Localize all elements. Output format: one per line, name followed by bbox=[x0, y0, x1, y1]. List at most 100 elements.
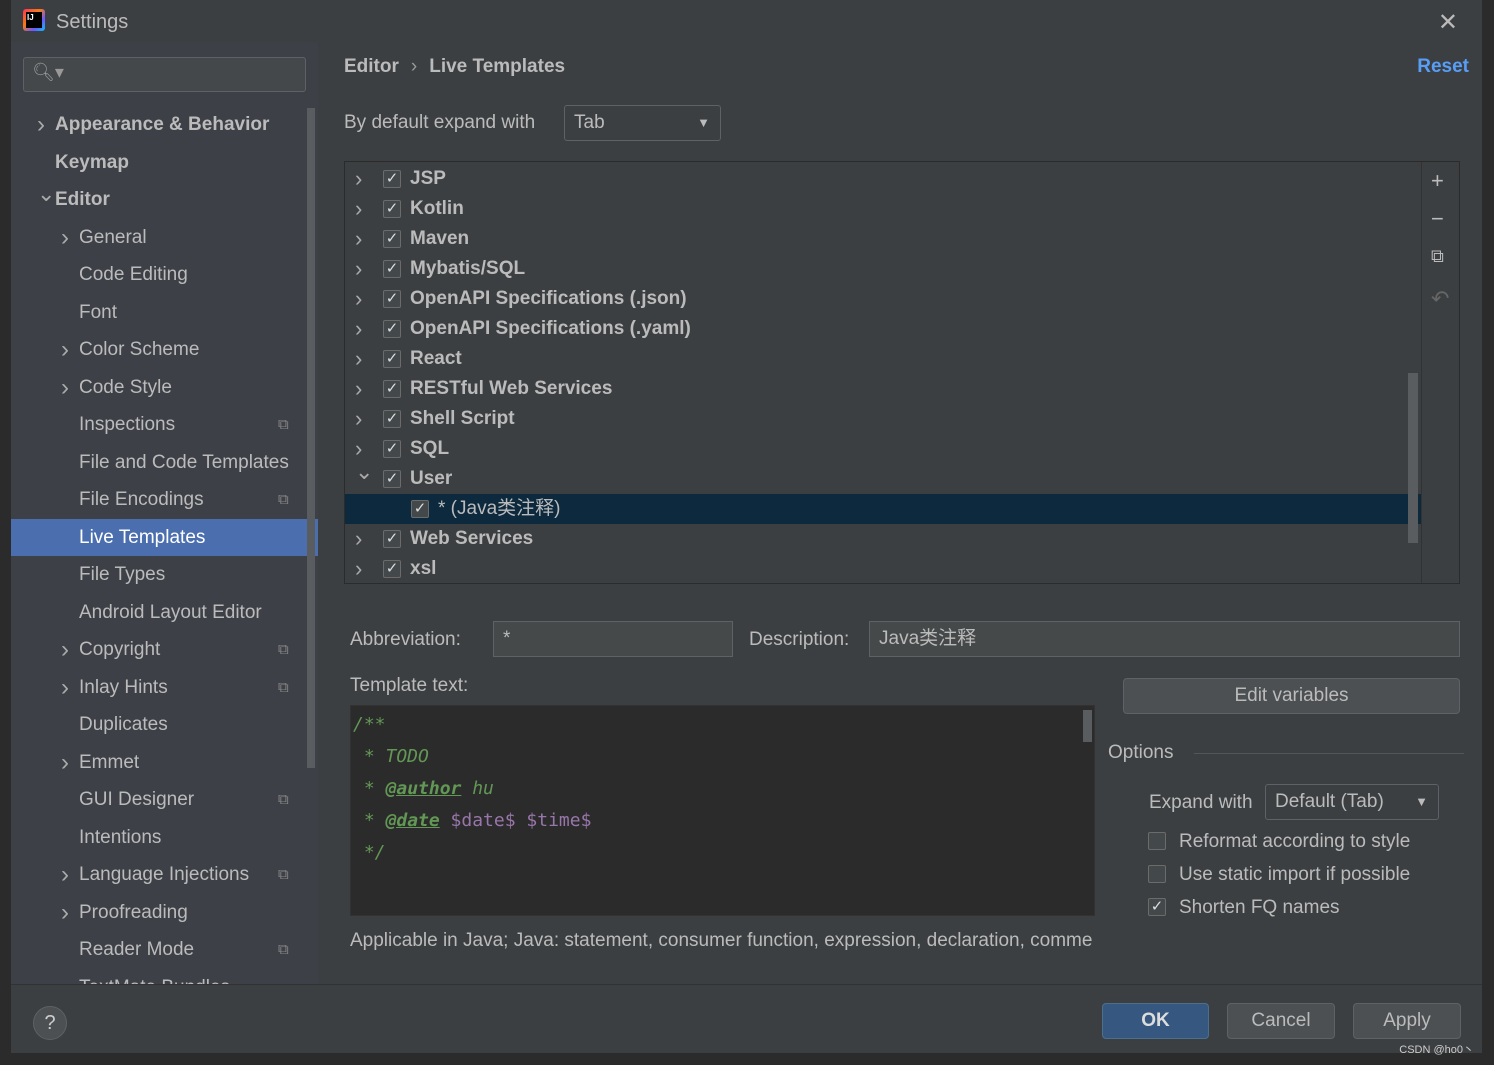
template-group[interactable]: › ✓ Maven bbox=[345, 224, 1421, 254]
sidebar-item[interactable]: Font bbox=[11, 294, 318, 331]
chevron-down-icon[interactable]: ⌄ bbox=[355, 457, 373, 487]
chevron-right-icon[interactable]: › bbox=[61, 369, 69, 406]
chevron-right-icon[interactable]: › bbox=[61, 631, 69, 668]
checkbox[interactable]: ✓ bbox=[383, 320, 401, 338]
sidebar-item[interactable]: File Types bbox=[11, 556, 318, 593]
chevron-right-icon[interactable]: › bbox=[61, 219, 69, 256]
template-group[interactable]: › ✓ OpenAPI Specifications (.json) bbox=[345, 284, 1421, 314]
template-group[interactable]: ⌄ ✓ User bbox=[345, 459, 1421, 494]
chevron-right-icon[interactable]: › bbox=[355, 374, 362, 404]
sidebar-item[interactable]: GUI Designer ⧉ bbox=[11, 781, 318, 818]
checkbox[interactable]: ✓ bbox=[411, 500, 429, 518]
chevron-right-icon[interactable]: › bbox=[37, 106, 45, 143]
checkbox[interactable]: ✓ bbox=[383, 530, 401, 548]
sidebar-item[interactable]: Intentions bbox=[11, 819, 318, 856]
template-group[interactable]: › ✓ Kotlin bbox=[345, 194, 1421, 224]
chevron-right-icon[interactable]: › bbox=[355, 224, 362, 254]
sidebar-item[interactable]: › Color Scheme bbox=[11, 331, 318, 368]
plus-icon[interactable]: + bbox=[1431, 168, 1444, 194]
chevron-down-icon[interactable]: ⌄ bbox=[37, 175, 55, 212]
chevron-right-icon[interactable]: › bbox=[355, 344, 362, 374]
sidebar-item[interactable]: › Emmet bbox=[11, 744, 318, 781]
chevron-right-icon[interactable]: › bbox=[61, 331, 69, 368]
chevron-right-icon[interactable]: › bbox=[355, 524, 362, 554]
minus-icon[interactable]: − bbox=[1431, 206, 1444, 232]
undo-icon[interactable]: ↶ bbox=[1431, 286, 1449, 312]
sidebar-scrollbar[interactable] bbox=[307, 108, 315, 768]
checkbox[interactable] bbox=[1148, 832, 1166, 850]
template-group[interactable]: › ✓ Shell Script bbox=[345, 404, 1421, 434]
sidebar-item[interactable]: › Appearance & Behavior bbox=[11, 106, 318, 143]
chevron-right-icon[interactable]: › bbox=[61, 894, 69, 931]
chevron-right-icon[interactable]: › bbox=[61, 669, 69, 706]
sidebar-item[interactable]: Reader Mode ⧉ bbox=[11, 931, 318, 968]
template-group[interactable]: › ✓ Web Services bbox=[345, 524, 1421, 554]
sidebar-item-label: Appearance & Behavior bbox=[55, 114, 270, 135]
chevron-right-icon[interactable]: › bbox=[355, 284, 362, 314]
chevron-right-icon[interactable]: › bbox=[61, 744, 69, 781]
checkbox[interactable]: ✓ bbox=[1148, 898, 1166, 916]
abbreviation-input[interactable]: * bbox=[493, 621, 733, 657]
checkbox[interactable]: ✓ bbox=[383, 260, 401, 278]
sidebar-item[interactable]: Code Editing bbox=[11, 256, 318, 293]
chevron-right-icon[interactable]: › bbox=[355, 254, 362, 284]
sidebar-item[interactable]: › Proofreading bbox=[11, 894, 318, 931]
sidebar-item[interactable]: Live Templates bbox=[11, 518, 318, 556]
chevron-right-icon[interactable]: › bbox=[355, 554, 362, 583]
chevron-right-icon[interactable]: › bbox=[355, 194, 362, 224]
chevron-right-icon[interactable]: › bbox=[355, 314, 362, 344]
template-group[interactable]: › ✓ OpenAPI Specifications (.yaml) bbox=[345, 314, 1421, 344]
checkbox[interactable] bbox=[1148, 865, 1166, 883]
sidebar-item[interactable]: ⌄ Editor bbox=[11, 181, 318, 218]
applicable-contexts[interactable]: Applicable in Java; Java: statement, con… bbox=[350, 930, 1092, 952]
chevron-right-icon[interactable]: › bbox=[355, 164, 362, 194]
help-button[interactable]: ? bbox=[33, 1006, 67, 1040]
tree-scrollbar[interactable] bbox=[1408, 373, 1418, 543]
template-group[interactable]: › ✓ JSP bbox=[345, 164, 1421, 194]
sidebar-item[interactable]: TextMate Bundles bbox=[11, 969, 318, 985]
checkbox[interactable]: ✓ bbox=[383, 170, 401, 188]
checkbox[interactable]: ✓ bbox=[383, 350, 401, 368]
template-group[interactable]: › ✓ RESTful Web Services bbox=[345, 374, 1421, 404]
checkbox[interactable]: ✓ bbox=[383, 410, 401, 428]
checkbox[interactable]: ✓ bbox=[383, 290, 401, 308]
checkbox[interactable]: ✓ bbox=[383, 470, 401, 488]
apply-button[interactable]: Apply bbox=[1353, 1003, 1461, 1039]
sidebar-item[interactable]: Duplicates bbox=[11, 706, 318, 743]
template-group[interactable]: › ✓ SQL bbox=[345, 434, 1421, 464]
sidebar-item[interactable]: Inspections ⧉ bbox=[11, 406, 318, 443]
sidebar-item[interactable]: File and Code Templates bbox=[11, 444, 318, 481]
editor-scrollbar[interactable] bbox=[1083, 710, 1092, 742]
breadcrumb-item[interactable]: Editor bbox=[344, 56, 399, 77]
template-group[interactable]: › ✓ React bbox=[345, 344, 1421, 374]
checkbox[interactable]: ✓ bbox=[383, 200, 401, 218]
sidebar-item[interactable]: › General bbox=[11, 219, 318, 256]
checkbox[interactable]: ✓ bbox=[383, 440, 401, 458]
edit-variables-button[interactable]: Edit variables bbox=[1123, 678, 1460, 714]
expand-with-select[interactable]: Default (Tab) ▼ bbox=[1265, 784, 1439, 820]
template-group[interactable]: › ✓ xsl bbox=[345, 554, 1421, 583]
chevron-right-icon[interactable]: › bbox=[61, 856, 69, 893]
expand-select[interactable]: Tab ▼ bbox=[564, 105, 721, 141]
description-input[interactable]: Java类注释 bbox=[869, 621, 1460, 657]
template-group[interactable]: › ✓ Mybatis/SQL bbox=[345, 254, 1421, 284]
checkbox[interactable]: ✓ bbox=[383, 230, 401, 248]
ok-button[interactable]: OK bbox=[1102, 1003, 1209, 1039]
sidebar-item[interactable]: › Code Style bbox=[11, 369, 318, 406]
cancel-button[interactable]: Cancel bbox=[1227, 1003, 1335, 1039]
sidebar-item[interactable]: File Encodings ⧉ bbox=[11, 481, 318, 518]
sidebar-item[interactable]: › Inlay Hints ⧉ bbox=[11, 669, 318, 706]
search-input[interactable]: 🔍︎▾ bbox=[23, 57, 306, 92]
sidebar-item[interactable]: Android Layout Editor bbox=[11, 594, 318, 631]
template-text-editor[interactable]: /** * TODO * @author hu * @date $date$ $… bbox=[350, 705, 1095, 916]
reset-link[interactable]: Reset bbox=[1417, 56, 1469, 78]
template-item[interactable]: ✓ * (Java类注释) bbox=[345, 494, 1421, 524]
chevron-right-icon[interactable]: › bbox=[355, 404, 362, 434]
sidebar-item[interactable]: › Language Injections ⧉ bbox=[11, 856, 318, 893]
close-icon[interactable]: ✕ bbox=[1438, 8, 1458, 37]
sidebar-item[interactable]: › Copyright ⧉ bbox=[11, 631, 318, 668]
sidebar-item[interactable]: Keymap bbox=[11, 144, 318, 181]
checkbox[interactable]: ✓ bbox=[383, 560, 401, 578]
checkbox[interactable]: ✓ bbox=[383, 380, 401, 398]
copy-icon[interactable]: ⧉ bbox=[1431, 246, 1444, 267]
